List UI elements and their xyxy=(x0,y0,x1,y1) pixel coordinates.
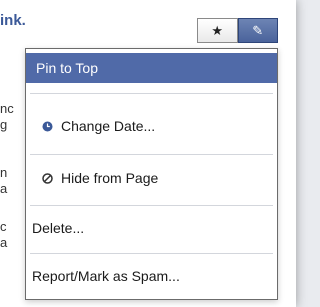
menu-item-hide-from-page[interactable]: Hide from Page xyxy=(26,163,277,193)
menu-item-delete[interactable]: Delete... xyxy=(26,213,277,243)
menu-divider xyxy=(30,253,273,254)
menu-item-report-spam[interactable]: Report/Mark as Spam... xyxy=(26,261,277,291)
menu-divider xyxy=(30,154,273,155)
pencil-icon: ✎ xyxy=(252,22,264,38)
menu-divider xyxy=(30,205,273,206)
menu-item-label: Pin to Top xyxy=(36,60,99,76)
menu-divider xyxy=(30,93,273,94)
menu-item-label: Delete... xyxy=(32,220,85,236)
edit-button[interactable]: ✎ xyxy=(237,18,278,43)
menu-item-pin-to-top[interactable]: Pin to Top xyxy=(26,53,277,83)
background-text-line: nc xyxy=(0,101,14,116)
background-text-line: c xyxy=(0,219,7,234)
menu-item-label: Hide from Page xyxy=(61,170,159,186)
no-symbol-icon xyxy=(41,172,53,184)
post-actions: ★ ✎ xyxy=(197,18,278,43)
menu-item-label: Change Date... xyxy=(61,118,156,134)
star-icon: ★ xyxy=(211,22,224,38)
menu-item-change-date[interactable]: Change Date... xyxy=(26,111,277,141)
post-snippet: ink. xyxy=(0,12,26,29)
background-text-line: g xyxy=(0,117,8,132)
post-card: ink. nc g n a c a ★ ✎ Pin to Top Change … xyxy=(0,0,296,307)
background-text-line: a xyxy=(0,235,8,250)
background-text-line: n xyxy=(0,165,8,180)
post-options-menu: Pin to Top Change Date... Hide from Page… xyxy=(25,48,278,300)
clock-icon xyxy=(41,121,53,132)
star-button[interactable]: ★ xyxy=(197,18,238,43)
menu-item-label: Report/Mark as Spam... xyxy=(32,268,180,284)
background-text-line: a xyxy=(0,181,8,196)
